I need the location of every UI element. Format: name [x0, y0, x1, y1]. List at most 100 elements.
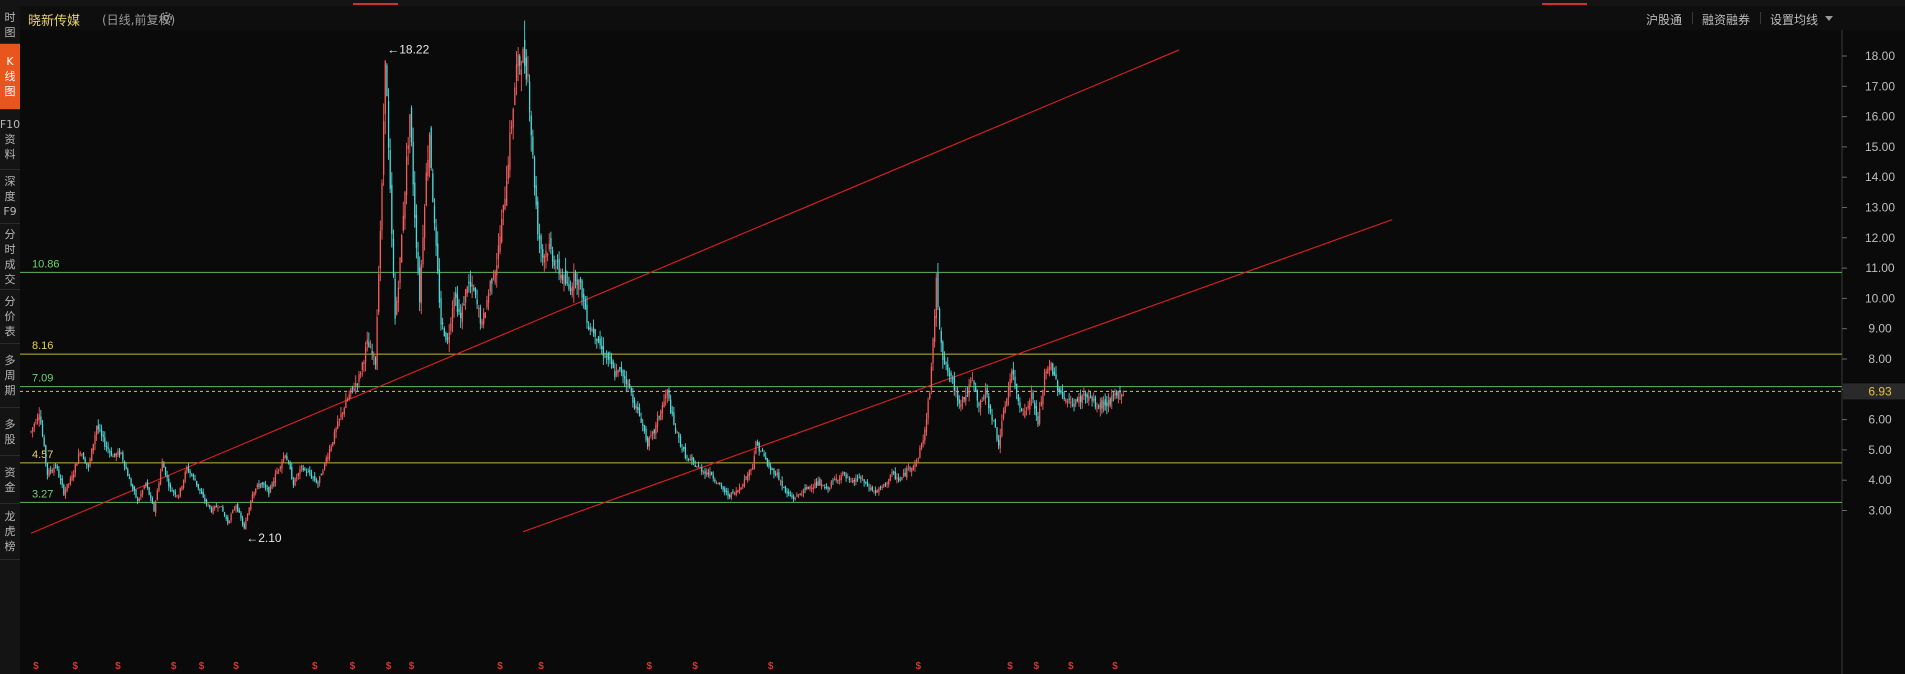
candle-body — [1027, 405, 1029, 408]
candle-body — [619, 367, 621, 370]
candle-body — [402, 215, 404, 231]
candle-body — [724, 488, 726, 493]
candle-body — [1107, 400, 1110, 406]
candle-body — [822, 485, 824, 487]
kline-chart[interactable]: 18.00 17.00 16.00 15.00 14.00 13.00 12.00 11.00… — [20, 6, 1905, 674]
candle-body — [970, 380, 972, 384]
candle-body — [1081, 395, 1083, 404]
candle-body — [1022, 413, 1024, 415]
candle-body — [658, 416, 660, 418]
candle-body — [958, 399, 960, 404]
candle-body — [765, 456, 767, 460]
candle-body — [192, 474, 195, 477]
candle-body — [937, 272, 939, 307]
candle-body — [414, 182, 416, 218]
candle-body — [537, 201, 539, 235]
candle-body — [56, 466, 58, 469]
sidebar-item-2[interactable]: K线图 — [0, 44, 20, 110]
candle-body — [1057, 380, 1059, 391]
candle-body — [491, 278, 493, 284]
candle-body — [256, 484, 259, 488]
dividend-marker[interactable]: $ — [386, 661, 392, 672]
candle-body — [1094, 396, 1097, 408]
candle-body — [947, 364, 949, 373]
current-price-label: 6.93 — [1868, 384, 1892, 398]
sidebar-item-4[interactable]: 深度 F9 — [0, 170, 20, 224]
dividend-marker[interactable]: $ — [768, 661, 774, 672]
dividend-marker[interactable]: $ — [1068, 661, 1074, 672]
candle-body — [389, 150, 391, 189]
y-tick-label: 13.00 — [1865, 201, 1895, 215]
candle-body — [692, 458, 695, 463]
sidebar-item-6[interactable]: 分价表 — [0, 290, 20, 344]
candle-body — [766, 458, 769, 466]
dividend-marker[interactable]: $ — [171, 661, 177, 672]
sidebar-item-5[interactable]: 分时成交 — [0, 224, 20, 290]
candle-body — [888, 479, 890, 485]
dividend-marker[interactable]: $ — [312, 661, 318, 672]
candle-body — [428, 134, 431, 168]
candle-body — [191, 475, 193, 476]
candle-body — [263, 483, 265, 486]
candle-body — [535, 185, 537, 206]
dividend-marker[interactable]: $ — [1007, 661, 1013, 672]
sidebar-item-8[interactable]: 多股 — [0, 408, 20, 456]
candle-body — [971, 378, 974, 380]
candle-body — [387, 101, 390, 148]
y-tick-label: 5.00 — [1868, 443, 1892, 457]
sidebar-item-1[interactable]: 时图 — [0, 6, 20, 44]
candle-body — [1029, 400, 1031, 410]
sidebar-item-10[interactable]: 龙虎榜 — [0, 504, 20, 560]
sidebar-item-3[interactable]: F10 资料 — [0, 110, 20, 170]
dividend-marker[interactable]: $ — [115, 661, 121, 672]
candle-body — [691, 457, 693, 461]
candle-body — [988, 396, 990, 409]
candle-body — [829, 487, 831, 490]
candle-body — [927, 400, 929, 419]
sidebar-item-9[interactable]: 资金 — [0, 456, 20, 504]
candle-body — [304, 468, 306, 471]
candle-body — [714, 479, 716, 482]
candle-body — [115, 453, 117, 457]
candle-body — [873, 490, 875, 492]
candle-body — [371, 350, 373, 354]
candle-body — [476, 299, 478, 305]
candle-body — [738, 487, 741, 492]
candle-body — [310, 473, 313, 478]
dividend-marker[interactable]: $ — [1112, 661, 1118, 672]
candle-body — [592, 327, 595, 334]
dividend-marker[interactable]: $ — [199, 661, 205, 672]
dividend-marker[interactable]: $ — [233, 661, 239, 672]
candle-body — [220, 506, 222, 508]
candle-body — [45, 445, 47, 463]
candle-body — [355, 383, 357, 387]
candle-body — [953, 376, 956, 391]
dividend-marker[interactable]: $ — [497, 661, 503, 672]
candle-body — [519, 56, 521, 66]
candle-body — [847, 477, 849, 479]
low-price-annotation: ←2.10 — [246, 531, 282, 545]
candle-body — [547, 254, 549, 256]
candle-body — [842, 472, 844, 475]
candle-body — [291, 467, 293, 480]
sidebar-item-7[interactable]: 多周期 — [0, 344, 20, 408]
candle-body — [345, 399, 347, 409]
candle-body — [243, 523, 245, 528]
dividend-marker[interactable]: $ — [33, 661, 39, 672]
dividend-marker[interactable]: $ — [692, 661, 698, 672]
candle-body — [786, 491, 788, 494]
dividend-marker[interactable]: $ — [1034, 661, 1040, 672]
candle-body — [957, 391, 959, 401]
candle-body — [704, 471, 706, 475]
dividend-marker[interactable]: $ — [646, 661, 652, 672]
dividend-marker[interactable]: $ — [72, 661, 78, 672]
candle-body — [35, 422, 37, 424]
dividend-marker[interactable]: $ — [538, 661, 544, 672]
dividend-marker[interactable]: $ — [915, 661, 921, 672]
dividend-marker[interactable]: $ — [409, 661, 415, 672]
candle-body — [412, 141, 414, 185]
candle-body — [117, 451, 119, 455]
dividend-marker[interactable]: $ — [350, 661, 356, 672]
candle-body — [422, 237, 424, 265]
candle-body — [246, 514, 249, 521]
